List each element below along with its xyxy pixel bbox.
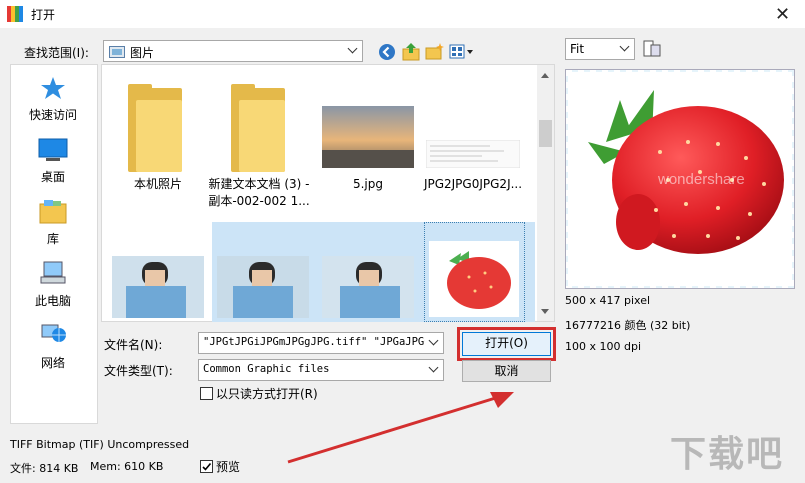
file-name[interactable]: 新建文本文档 (3) -: [200, 176, 318, 193]
file-name[interactable]: JPG2JPG0JPG2J...: [414, 176, 532, 193]
place-label: 桌面: [40, 170, 65, 184]
place-desktop[interactable]: 桌面: [10, 138, 96, 185]
image-dpi: 100 x 100 dpi: [565, 340, 642, 353]
window-title: 打开: [31, 8, 56, 22]
title-bar: [0, 0, 805, 28]
scroll-down-icon[interactable]: [541, 309, 549, 314]
filetype-label: 文件类型(T):: [104, 364, 173, 378]
pictures-folder-icon: [109, 46, 125, 58]
zoom-combo[interactable]: Fit: [565, 38, 635, 60]
star-icon: [41, 77, 65, 99]
check-icon: [202, 462, 212, 471]
look-in-combo[interactable]: 图片: [103, 40, 363, 62]
preview-options-icon[interactable]: [643, 40, 661, 58]
place-label: 库: [46, 232, 59, 246]
close-icon: ✕: [774, 3, 791, 25]
image-thumbnail-document[interactable]: [426, 140, 520, 168]
filename-label: 文件名(N):: [104, 338, 163, 352]
image-thumbnail-person[interactable]: [217, 256, 309, 318]
chevron-down-icon: [428, 363, 440, 377]
up-folder-icon[interactable]: [401, 42, 421, 62]
image-thumbnail-person[interactable]: [322, 256, 414, 318]
preview-watermark: wondershare: [657, 171, 745, 188]
site-watermark: 下载吧: [670, 434, 785, 475]
scroll-up-icon[interactable]: [541, 73, 549, 78]
back-icon[interactable]: [378, 43, 396, 61]
library-icon: [39, 200, 67, 224]
zoom-value: Fit: [570, 42, 585, 56]
look-in-label: 查找范围(I):: [24, 46, 89, 60]
image-preview: wondershare: [565, 69, 795, 289]
image-dimensions: 500 x 417 pixel: [565, 294, 651, 307]
file-list-scrollbar[interactable]: [537, 65, 554, 321]
app-icon: [7, 6, 23, 22]
file-size: 文件: 814 KB: [10, 462, 79, 475]
preview-label: 预览: [216, 460, 241, 474]
file-format: TIFF Bitmap (TIF) Uncompressed: [10, 438, 190, 451]
place-network[interactable]: 网络: [10, 322, 96, 371]
place-quick-access[interactable]: 快速访问: [10, 76, 96, 123]
look-in-value: 图片: [130, 46, 155, 60]
place-library[interactable]: 库: [10, 198, 96, 247]
image-thumbnail-sunset[interactable]: [322, 106, 414, 168]
place-label: 快速访问: [28, 108, 77, 122]
file-name-line2[interactable]: 副本-002-002 1...: [200, 193, 318, 210]
preview-checkbox[interactable]: [200, 460, 213, 473]
memory-size: Mem: 610 KB: [90, 460, 164, 473]
readonly-checkbox[interactable]: [200, 387, 213, 400]
cancel-button[interactable]: 取消: [462, 360, 551, 382]
desktop-icon: [38, 138, 68, 161]
filetype-value: Common Graphic files: [203, 363, 330, 375]
image-thumbnail-person[interactable]: [112, 256, 204, 318]
chevron-down-icon: [428, 336, 440, 350]
chevron-down-icon: [347, 44, 359, 58]
file-name[interactable]: 5.jpg: [309, 176, 427, 193]
chevron-down-icon: [619, 42, 631, 56]
view-menu-icon[interactable]: [449, 43, 475, 61]
place-label: 网络: [40, 356, 65, 370]
place-this-pc[interactable]: 此电脑: [10, 260, 96, 309]
folder-icon[interactable]: [231, 84, 287, 172]
filetype-combo[interactable]: Common Graphic files: [198, 359, 444, 381]
strawberry-preview-image: wondershare: [588, 90, 784, 254]
filename-value[interactable]: "JPGtJPGiJPGmJPGgJPG.tiff" "JPGaJPG0J: [203, 336, 425, 348]
folder-icon[interactable]: [128, 84, 184, 172]
network-icon: [41, 324, 66, 342]
open-button[interactable]: 打开(O): [462, 332, 551, 356]
image-thumbnail-strawberry[interactable]: [429, 241, 519, 317]
place-label: 此电脑: [34, 294, 71, 308]
new-folder-icon[interactable]: [425, 42, 445, 62]
filename-combo[interactable]: "JPGtJPGiJPGmJPGgJPG.tiff" "JPGaJPG0J: [198, 332, 444, 354]
close-button[interactable]: ✕: [760, 0, 805, 28]
scroll-thumb[interactable]: [539, 120, 552, 147]
computer-icon: [40, 261, 66, 284]
annotation-arrow: [287, 392, 514, 464]
image-colors: 16777216 颜色 (32 bit): [565, 319, 691, 332]
